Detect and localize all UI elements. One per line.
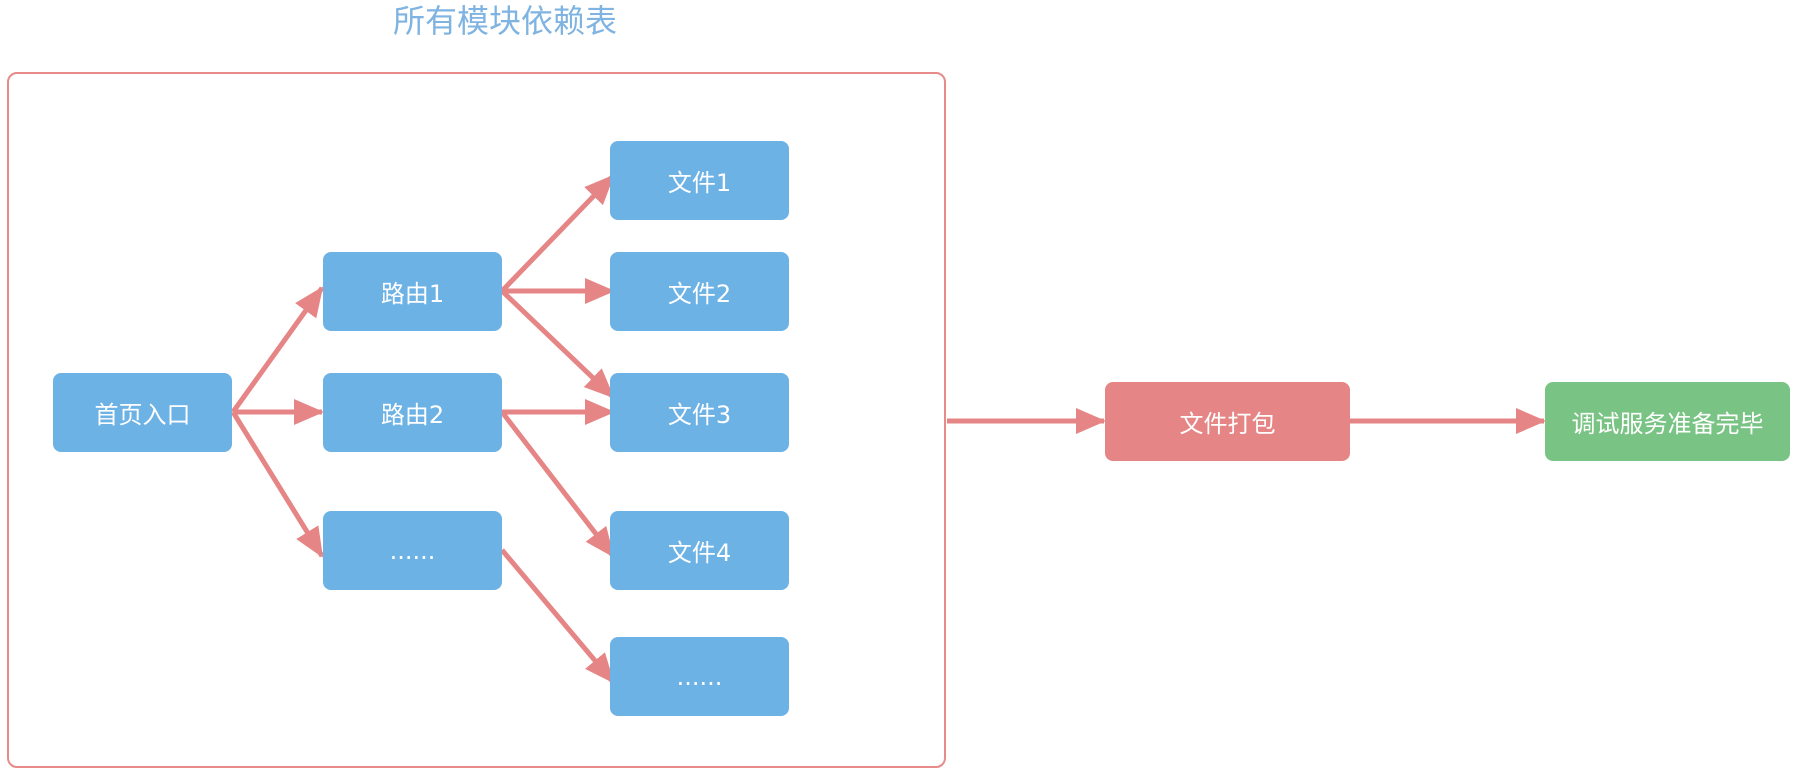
node-entry: 首页入口 — [53, 373, 232, 452]
node-file-more: ...... — [610, 637, 789, 716]
node-file2: 文件2 — [610, 252, 789, 331]
diagram-title: 所有模块依赖表 — [392, 2, 617, 40]
node-file4: 文件4 — [610, 511, 789, 590]
node-file1: 文件1 — [610, 141, 789, 220]
node-bundle: 文件打包 — [1105, 382, 1350, 461]
node-route1: 路由1 — [323, 252, 502, 331]
node-route2: 路由2 — [323, 373, 502, 452]
node-route-more: ...... — [323, 511, 502, 590]
node-ready: 调试服务准备完毕 — [1545, 382, 1790, 461]
node-file3: 文件3 — [610, 373, 789, 452]
